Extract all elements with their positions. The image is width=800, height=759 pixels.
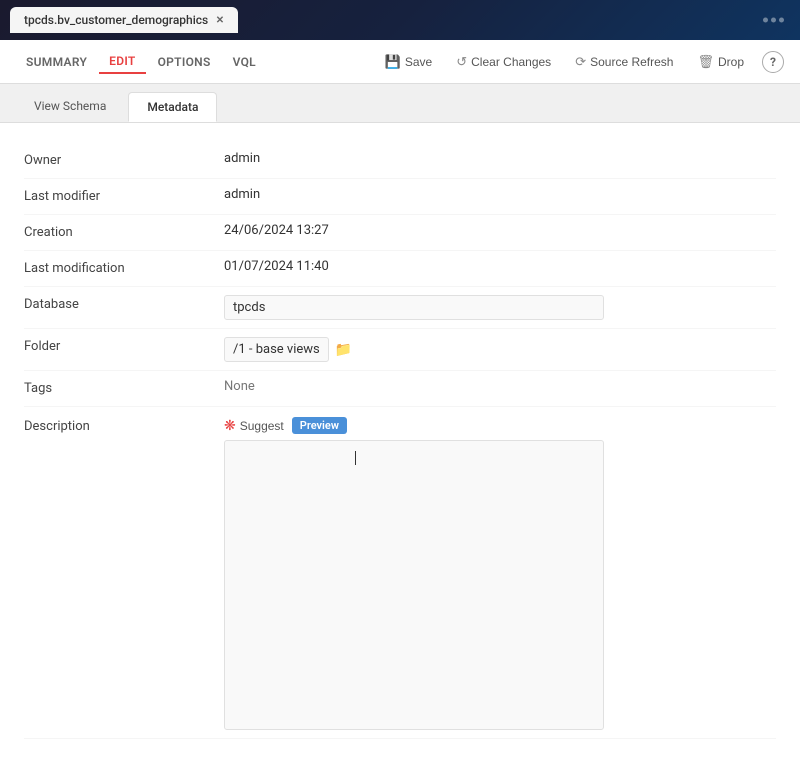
metadata-table: Owner admin Last modifier admin Creation… — [24, 143, 776, 739]
clear-icon: ↺ — [456, 54, 467, 70]
value-database[interactable]: tpcds — [224, 295, 604, 320]
label-creation: Creation — [24, 223, 224, 240]
folder-row: /1 - base views 📁 — [224, 337, 352, 362]
suggest-button[interactable]: ❋ Suggest — [224, 417, 284, 434]
drop-button[interactable]: 🗑 Drop — [687, 49, 754, 75]
nav-tabs: SUMMARY EDIT OPTIONS VQL — [16, 50, 375, 74]
clear-changes-label: Clear Changes — [471, 55, 551, 69]
label-owner: Owner — [24, 151, 224, 168]
metadata-row-folder: Folder /1 - base views 📁 — [24, 329, 776, 371]
value-last-modifier: admin — [224, 187, 776, 202]
value-creation: 24/06/2024 13:27 — [224, 223, 776, 238]
description-header: ❋ Suggest Preview — [224, 417, 604, 434]
value-folder[interactable]: /1 - base views — [224, 337, 329, 362]
nav-tab-edit[interactable]: EDIT — [99, 50, 145, 74]
save-label: Save — [405, 55, 432, 69]
nav-bar: SUMMARY EDIT OPTIONS VQL 💾 Save ↺ Clear … — [0, 40, 800, 84]
save-button[interactable]: 💾 Save — [375, 49, 443, 75]
label-tags: Tags — [24, 379, 224, 396]
source-refresh-label: Source Refresh — [590, 55, 673, 69]
metadata-row-last-modification: Last modification 01/07/2024 11:40 — [24, 251, 776, 287]
label-last-modification: Last modification — [24, 259, 224, 276]
save-icon: 💾 — [385, 54, 401, 70]
refresh-icon: ⟳ — [575, 54, 586, 70]
main-content: Owner admin Last modifier admin Creation… — [0, 123, 800, 759]
label-folder: Folder — [24, 337, 224, 354]
metadata-row-description: Description ❋ Suggest Preview — [24, 407, 776, 739]
folder-browse-icon[interactable]: 📁 — [335, 342, 352, 358]
dot-1 — [763, 18, 768, 23]
metadata-row-database: Database tpcds — [24, 287, 776, 329]
clear-changes-button[interactable]: ↺ Clear Changes — [446, 49, 561, 75]
help-icon: ? — [770, 55, 776, 69]
tab[interactable]: tpcds.bv_customer_demographics × — [10, 7, 238, 33]
value-owner: admin — [224, 151, 776, 166]
metadata-row-creation: Creation 24/06/2024 13:27 — [24, 215, 776, 251]
value-last-modification: 01/07/2024 11:40 — [224, 259, 776, 274]
source-refresh-button[interactable]: ⟳ Source Refresh — [565, 49, 683, 75]
drop-label: Drop — [718, 55, 744, 69]
description-editor[interactable] — [224, 440, 604, 730]
preview-badge[interactable]: Preview — [292, 417, 347, 434]
tab-close-icon[interactable]: × — [216, 13, 223, 27]
help-button[interactable]: ? — [762, 51, 784, 73]
metadata-row-last-modifier: Last modifier admin — [24, 179, 776, 215]
drop-icon: 🗑 — [697, 54, 714, 70]
nav-actions: 💾 Save ↺ Clear Changes ⟳ Source Refresh … — [375, 49, 784, 75]
metadata-row-owner: Owner admin — [24, 143, 776, 179]
dot-menu — [763, 18, 784, 23]
nav-tab-options[interactable]: OPTIONS — [148, 51, 221, 73]
label-last-modifier: Last modifier — [24, 187, 224, 204]
description-section: ❋ Suggest Preview — [224, 417, 604, 730]
dot-3 — [779, 18, 784, 23]
text-cursor — [355, 451, 356, 465]
suggest-icon: ❋ — [224, 417, 236, 434]
tab-title: tpcds.bv_customer_demographics — [24, 13, 208, 27]
label-database: Database — [24, 295, 224, 312]
title-bar: tpcds.bv_customer_demographics × — [0, 0, 800, 40]
tab-view-schema[interactable]: View Schema — [16, 92, 124, 122]
tab-metadata[interactable]: Metadata — [128, 92, 217, 122]
nav-tab-vql[interactable]: VQL — [223, 51, 266, 73]
metadata-row-tags: Tags None — [24, 371, 776, 407]
dot-2 — [771, 18, 776, 23]
nav-tab-summary[interactable]: SUMMARY — [16, 51, 97, 73]
suggest-label: Suggest — [240, 419, 284, 433]
content-tabs: View Schema Metadata — [0, 84, 800, 123]
label-description: Description — [24, 417, 224, 434]
value-tags: None — [224, 379, 776, 394]
